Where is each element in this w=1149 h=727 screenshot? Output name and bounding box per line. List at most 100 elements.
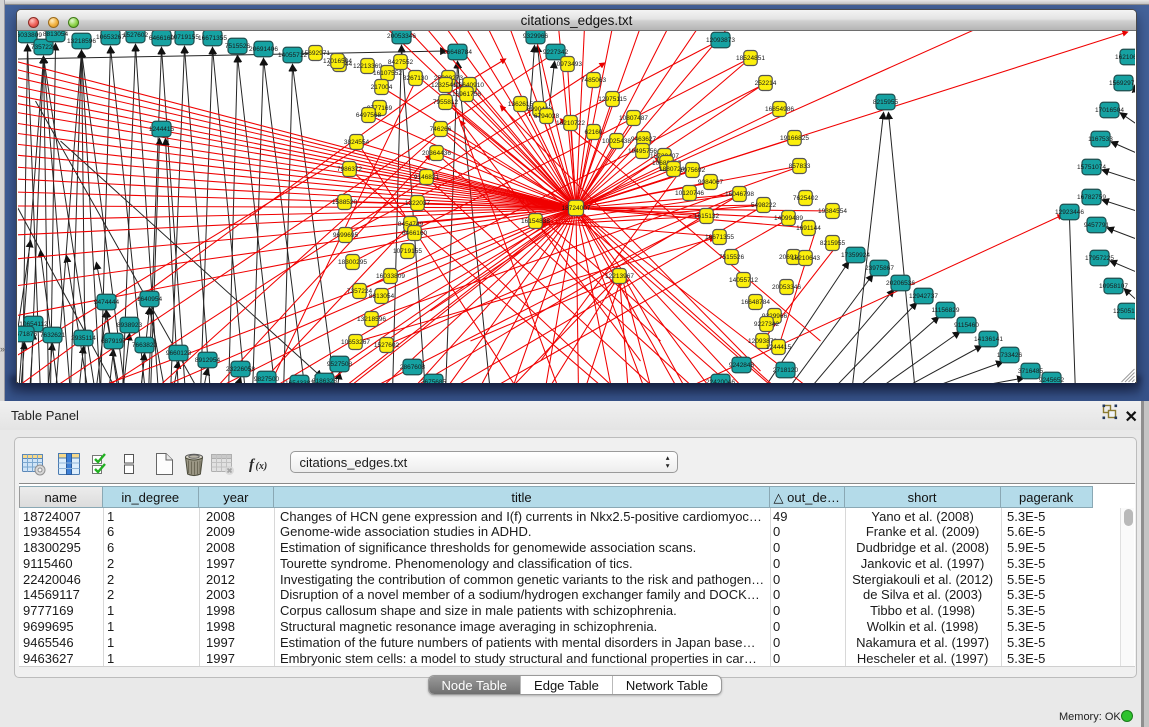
svg-text:10973493: 10973493 (553, 61, 582, 68)
svg-text:10025438: 10025438 (602, 138, 631, 145)
svg-text:12213369: 12213369 (353, 63, 382, 70)
svg-text:8912954: 8912954 (195, 357, 221, 364)
svg-text:15692971: 15692971 (1109, 80, 1135, 87)
svg-text:16961758: 16961758 (452, 91, 481, 98)
svg-text:11156829: 11156829 (932, 307, 960, 314)
svg-text:857833: 857833 (789, 163, 811, 170)
svg-text:16543382: 16543382 (285, 380, 314, 383)
svg-text:9660123: 9660123 (166, 350, 192, 357)
svg-text:1733426: 1733426 (997, 352, 1023, 359)
svg-text:15751074: 15751074 (1077, 164, 1106, 171)
svg-text:16648784: 16648784 (741, 299, 770, 306)
svg-text:6497568: 6497568 (356, 112, 382, 119)
svg-text:17016504: 17016504 (323, 58, 352, 65)
svg-text:1975692: 1975692 (680, 167, 706, 174)
svg-text:10958107: 10958107 (1099, 283, 1128, 290)
svg-text:9827500: 9827500 (254, 376, 280, 383)
svg-text:7485063: 7485063 (581, 77, 607, 84)
svg-text:9115460: 9115460 (954, 322, 979, 329)
svg-text:1588520: 1588520 (332, 199, 358, 206)
svg-text:10719155: 10719155 (170, 34, 199, 41)
svg-text:20691406: 20691406 (249, 46, 278, 53)
svg-text:7515526: 7515526 (719, 254, 745, 261)
svg-text:5498222: 5498222 (751, 202, 777, 209)
svg-text:8938923: 8938923 (117, 322, 143, 329)
svg-text:14055712: 14055712 (729, 277, 758, 284)
svg-text:14136141: 14136141 (974, 336, 1003, 343)
svg-text:7955812: 7955812 (433, 99, 459, 106)
svg-text:1322037: 1322037 (405, 200, 431, 207)
svg-text:1615132: 1615132 (694, 213, 720, 220)
svg-text:10653267: 10653267 (341, 339, 370, 346)
svg-text:12093873: 12093873 (706, 37, 735, 44)
svg-text:9227342: 9227342 (754, 321, 780, 328)
svg-text:2935114: 2935114 (71, 335, 96, 342)
svg-text:9527508: 9527508 (327, 361, 353, 368)
svg-text:9242848: 9242848 (729, 362, 755, 369)
svg-text:16033809: 16033809 (376, 273, 405, 280)
svg-text:9457791: 9457791 (1084, 222, 1110, 229)
svg-text:9699695: 9699695 (333, 232, 359, 239)
svg-text:17957225: 17957225 (1085, 255, 1114, 262)
svg-text:23226058: 23226058 (226, 366, 255, 373)
svg-text:19166825: 19166825 (780, 135, 809, 142)
svg-text:8215955: 8215955 (820, 240, 846, 247)
svg-text:3675685: 3675685 (421, 379, 447, 383)
svg-text:2718120: 2718120 (773, 367, 799, 374)
svg-text:1244415: 1244415 (766, 344, 792, 351)
svg-text:16671355: 16671355 (198, 35, 227, 42)
svg-text:18300295: 18300295 (338, 259, 367, 266)
svg-text:1167533: 1167533 (1088, 136, 1113, 143)
svg-text:16210722: 16210722 (556, 120, 585, 127)
svg-text:746266: 746266 (430, 126, 452, 133)
svg-text:8813054: 8813054 (369, 293, 395, 300)
svg-text:16033809: 16033809 (18, 32, 42, 39)
svg-text:13218596: 13218596 (67, 38, 96, 45)
svg-text:7357224: 7357224 (31, 44, 57, 51)
svg-text:18724007: 18724007 (562, 205, 591, 212)
svg-text:9084067: 9084067 (698, 179, 724, 186)
svg-text:62160: 62160 (584, 129, 602, 136)
svg-text:9463627: 9463627 (631, 136, 657, 143)
svg-text:7515526: 7515526 (225, 43, 251, 50)
svg-text:10719155: 10719155 (393, 248, 422, 255)
svg-text:20206536: 20206536 (886, 280, 915, 287)
svg-text:10120746: 10120746 (675, 190, 704, 197)
svg-text:12213967: 12213967 (605, 273, 634, 280)
svg-text:8471876: 8471876 (18, 331, 38, 338)
svg-text:9146821: 9146821 (414, 174, 440, 181)
svg-text:13218596: 13218596 (357, 316, 386, 323)
svg-text:252214: 252214 (755, 80, 777, 87)
svg-text:16782759: 16782759 (1077, 194, 1106, 201)
svg-text:8215955: 8215955 (873, 99, 899, 106)
svg-text:12923446: 12923446 (1055, 209, 1084, 216)
svg-text:8813054: 8813054 (43, 31, 69, 38)
svg-text:12975115: 12975115 (598, 96, 627, 103)
svg-text:18524851: 18524851 (736, 55, 765, 62)
svg-text:23975867: 23975867 (865, 265, 894, 272)
svg-text:20364436: 20364436 (422, 150, 451, 157)
svg-text:16210643: 16210643 (791, 255, 820, 262)
svg-text:16154838: 16154838 (521, 218, 550, 225)
svg-text:217004: 217004 (371, 84, 393, 91)
svg-text:7625402: 7625402 (793, 195, 819, 202)
svg-text:14099489: 14099489 (774, 215, 803, 222)
svg-text:6879197: 6879197 (101, 338, 127, 345)
svg-text:16046798: 16046798 (725, 191, 754, 198)
svg-text:8267130: 8267130 (403, 75, 429, 82)
svg-text:12505135: 12505135 (1113, 308, 1135, 315)
svg-text:7663822: 7663822 (132, 342, 158, 349)
svg-text:19384554: 19384554 (818, 208, 847, 215)
svg-text:1527602: 1527602 (123, 32, 149, 39)
svg-text:8186328: 8186328 (312, 378, 338, 383)
svg-text:10653267: 10653267 (96, 34, 125, 41)
svg-text:(x): (x) (256, 461, 268, 472)
svg-text:1691144: 1691144 (796, 225, 821, 232)
svg-text:17016504: 17016504 (1095, 107, 1124, 114)
svg-text:9245652: 9245652 (1039, 377, 1065, 383)
svg-text:9474444: 9474444 (94, 299, 120, 306)
svg-text:6794028: 6794028 (534, 113, 560, 120)
svg-text:16671355: 16671355 (705, 234, 734, 241)
svg-text:20053346: 20053346 (387, 33, 416, 40)
svg-text:9227342: 9227342 (543, 49, 569, 56)
